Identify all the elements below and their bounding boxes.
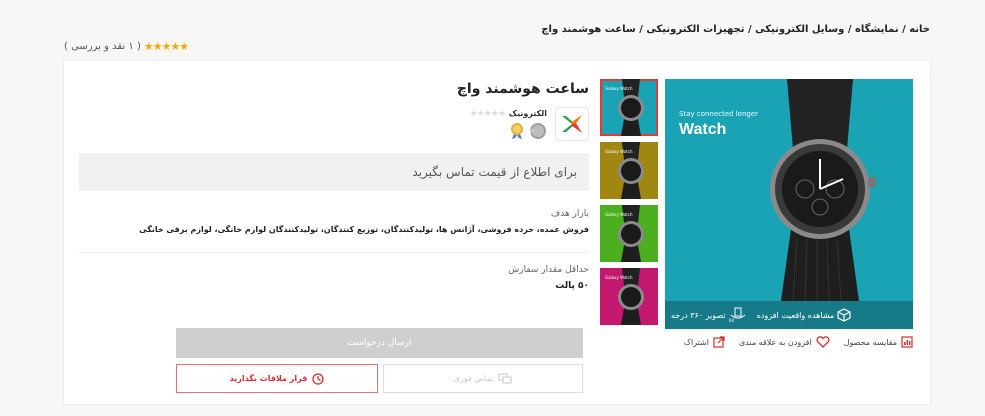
moq-title: حداقل مقدار سفارش [508, 265, 589, 275]
target-market-value: فروش عمده، خرده فروشی، آژانس ها، تولیدکن… [139, 225, 589, 234]
seller-badges: VIP [470, 122, 547, 140]
schedule-meeting-label: قرار ملاقات بگذارید [229, 374, 308, 383]
image-brand: Watch [679, 121, 727, 138]
svg-text:VIP: VIP [529, 129, 533, 135]
seller-name[interactable]: الکترونیک [509, 109, 547, 118]
share-button[interactable]: اشتراک [684, 336, 725, 348]
product-main-image[interactable]: Stay connected longer Watch مشاهده واقعی… [665, 79, 913, 329]
thumbnail-2[interactable]: Galaxy Watch [600, 142, 658, 199]
rating-stars: ★★★★★ [143, 40, 189, 53]
product-info: ساعت هوشمند واچ الکترونیک ★★★★★ VIP [79, 79, 589, 291]
seller-stars: ★★★★★ [469, 108, 506, 119]
price-text: برای اطلاع از قیمت تماس بگیرید [412, 165, 577, 179]
target-market-title: بازار هدف [550, 209, 589, 219]
thumbnail-4[interactable]: Galaxy Watch [600, 268, 658, 325]
seller-meta: الکترونیک ★★★★★ VIP [470, 109, 547, 140]
divider [79, 252, 589, 253]
cube-icon [837, 308, 851, 322]
compare-icon [901, 336, 913, 348]
seller-name-line: الکترونیک ★★★★★ [470, 109, 547, 119]
share-label: اشتراک [683, 337, 709, 347]
watch-illustration [770, 79, 876, 301]
schedule-meeting-button[interactable]: قرار ملاقات بگذارید [176, 364, 378, 393]
favorites-label: افزودن به علاقه مندی [738, 337, 812, 347]
seller-row: الکترونیک ★★★★★ VIP [79, 107, 589, 141]
seller-logo[interactable] [555, 107, 589, 141]
thumbnail-label: Galaxy Watch [605, 275, 633, 280]
image-actions: مقایسه محصول افزودن به علاقه مندی اشتراک [684, 336, 913, 348]
view-360-label: تصویر ۳۶۰ درجه [671, 310, 726, 320]
thumbnail-list: Galaxy Watch Galaxy Watch Galaxy Watch Gala… [600, 79, 658, 331]
compare-product-button[interactable]: مقایسه محصول [844, 336, 913, 348]
submit-request-button[interactable]: ارسال درخواست [176, 328, 583, 358]
view-360-button[interactable]: 360 تصویر ۳۶۰ درجه [671, 307, 747, 323]
product-card: Stay connected longer Watch مشاهده واقعی… [63, 60, 931, 405]
price-box: برای اطلاع از قیمت تماس بگیرید [79, 153, 589, 191]
ar-view-button[interactable]: مشاهده واقعیت افزوده [757, 308, 852, 322]
review-count[interactable]: ( ۱ نقد و بررسی ) [64, 41, 141, 52]
thumbnail-label: Galaxy Watch [605, 86, 633, 91]
add-to-favorites-button[interactable]: افزودن به علاقه مندی [739, 336, 830, 348]
instant-call-button[interactable]: تماس فوری [383, 364, 583, 393]
breadcrumb[interactable]: خانه / نمایشگاه / وسایل الکترونیکی / تجه… [541, 24, 930, 35]
moq-value: ۵۰ پالت [555, 281, 589, 291]
chat-icon [498, 373, 512, 383]
thumbnail-label: Galaxy Watch [605, 149, 633, 154]
gold-medal-icon [511, 122, 523, 139]
ar-view-label: مشاهده واقعیت افزوده [756, 310, 835, 320]
share-icon [713, 336, 725, 348]
heart-icon [816, 336, 830, 348]
rating-summary[interactable]: ★★★★★ ( ۱ نقد و بررسی ) [64, 40, 189, 53]
image-overlay-bar: مشاهده واقعیت افزوده 360 تصویر ۳۶۰ درجه [665, 301, 913, 329]
instant-call-label: تماس فوری [453, 374, 494, 383]
thumbnail-3[interactable]: Galaxy Watch [600, 205, 658, 262]
rotate-360-icon: 360 [729, 307, 745, 323]
thumbnail-label: Galaxy Watch [605, 212, 633, 217]
product-title: ساعت هوشمند واچ [456, 81, 589, 97]
clock-icon [312, 372, 325, 385]
thumbnail-1[interactable]: Galaxy Watch [600, 79, 658, 136]
badge-360-text: 360 [729, 318, 734, 323]
seller-logo-icon [562, 115, 582, 133]
compare-label: مقایسه محصول [843, 337, 897, 347]
vip-badge-icon: VIP [529, 122, 546, 139]
